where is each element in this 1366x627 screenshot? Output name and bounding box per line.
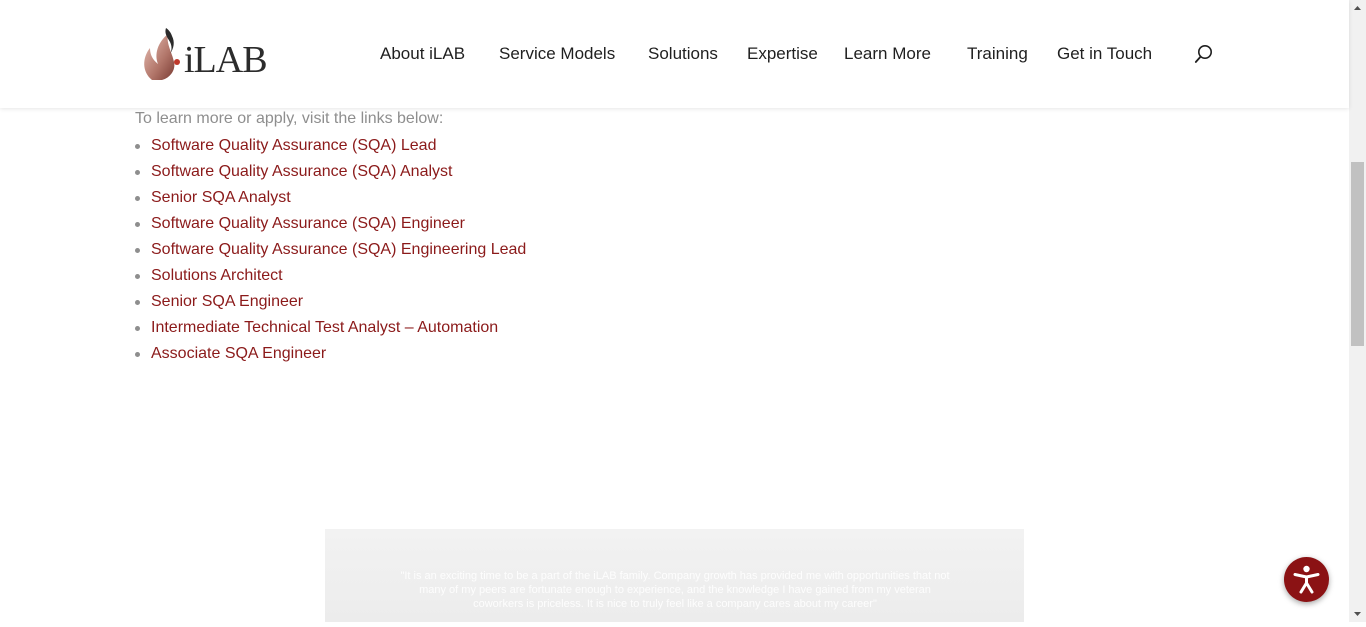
list-item: Software Quality Assurance (SQA) Lead: [135, 135, 526, 161]
bullet-icon: [135, 248, 140, 253]
bullet-icon: [135, 300, 140, 305]
nav-training[interactable]: Training: [967, 43, 1028, 65]
testimonial-quote: "It is an exciting time to be a part of …: [400, 570, 950, 610]
bullet-icon: [135, 222, 140, 227]
list-item: Senior SQA Analyst: [135, 187, 526, 213]
site-header: iLAB About iLAB Service Models Solutions…: [0, 0, 1349, 108]
list-item: Intermediate Technical Test Analyst – Au…: [135, 317, 526, 343]
job-link-sqa-engineering-lead[interactable]: Software Quality Assurance (SQA) Enginee…: [151, 241, 526, 258]
job-link-senior-sqa-analyst[interactable]: Senior SQA Analyst: [151, 189, 291, 206]
list-item: Software Quality Assurance (SQA) Enginee…: [135, 213, 526, 239]
job-link-senior-sqa-engineer[interactable]: Senior SQA Engineer: [151, 293, 303, 310]
nav-service-models[interactable]: Service Models: [499, 43, 615, 65]
intro-text: To learn more or apply, visit the links …: [135, 110, 444, 127]
job-link-associate-sqa-engineer[interactable]: Associate SQA Engineer: [151, 345, 326, 362]
bullet-icon: [135, 170, 140, 175]
bullet-icon: [135, 274, 140, 279]
page-scrollbar[interactable]: [1349, 0, 1366, 622]
ilab-logo[interactable]: iLAB: [142, 26, 278, 82]
list-item: Software Quality Assurance (SQA) Enginee…: [135, 239, 526, 265]
list-item: Software Quality Assurance (SQA) Analyst: [135, 161, 526, 187]
flame-logo-icon: [144, 28, 180, 80]
search-icon[interactable]: [1194, 44, 1214, 66]
list-item: Solutions Architect: [135, 265, 526, 291]
accessibility-button[interactable]: [1284, 557, 1329, 602]
job-link-solutions-architect[interactable]: Solutions Architect: [151, 267, 283, 284]
bullet-icon: [135, 352, 140, 357]
bullet-icon: [135, 144, 140, 149]
accessibility-icon: [1293, 565, 1320, 594]
job-link-sqa-analyst[interactable]: Software Quality Assurance (SQA) Analyst: [151, 163, 452, 180]
testimonial-section: "It is an exciting time to be a part of …: [325, 529, 1024, 622]
list-item: Associate SQA Engineer: [135, 343, 526, 369]
scroll-down-arrow-icon[interactable]: [1349, 605, 1366, 622]
bullet-icon: [135, 196, 140, 201]
nav-learn-more[interactable]: Learn More: [844, 43, 931, 65]
logo-text: iLAB: [184, 39, 268, 81]
job-links-list: Software Quality Assurance (SQA) Lead So…: [135, 135, 526, 369]
job-link-sqa-engineer[interactable]: Software Quality Assurance (SQA) Enginee…: [151, 215, 465, 232]
bullet-icon: [135, 326, 140, 331]
scrollbar-thumb[interactable]: [1351, 162, 1364, 346]
job-link-sqa-lead[interactable]: Software Quality Assurance (SQA) Lead: [151, 137, 436, 154]
job-link-technical-test-analyst[interactable]: Intermediate Technical Test Analyst – Au…: [151, 319, 498, 336]
nav-solutions[interactable]: Solutions: [648, 43, 718, 65]
nav-about-ilab[interactable]: About iLAB: [380, 43, 465, 65]
list-item: Senior SQA Engineer: [135, 291, 526, 317]
scroll-up-arrow-icon[interactable]: [1349, 0, 1366, 17]
nav-get-in-touch[interactable]: Get in Touch: [1057, 43, 1152, 65]
nav-expertise[interactable]: Expertise: [747, 43, 818, 65]
